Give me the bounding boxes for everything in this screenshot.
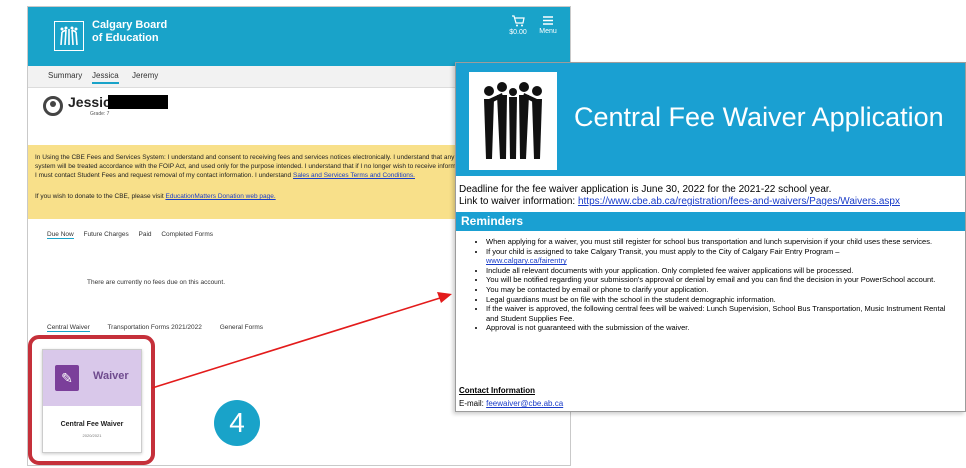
reminder-text: If your child is assigned to take Calgar… (486, 246, 840, 256)
menu-label: Menu (539, 28, 557, 35)
cbe-logo-icon[interactable] (54, 21, 84, 51)
card-year: 2020/2021 (82, 433, 102, 438)
waiver-document: Central Fee Waiver Application Deadline … (455, 62, 966, 412)
waiver-info-link[interactable]: https://www.cbe.ab.ca/registration/fees-… (578, 196, 900, 207)
reminder-item: Legal guardians must be on file with the… (486, 295, 958, 305)
central-fee-waiver-card[interactable]: ✎ Waiver Central Fee Waiver 2020/2021 (42, 349, 142, 453)
tab-central-waiver[interactable]: Central Waiver (47, 324, 90, 332)
no-fees-message: There are currently no fees due on this … (87, 279, 226, 286)
hamburger-icon (543, 16, 553, 25)
reminder-item: Approval is not guaranteed with the subm… (486, 323, 958, 333)
card-label: Waiver (93, 370, 129, 382)
form-edit-icon: ✎ (55, 365, 79, 391)
brand-name: Calgary Board of Education (92, 19, 167, 45)
contact-email-row: E-mail: feewaiver@cbe.ab.ca (459, 399, 563, 408)
fee-tabs: Due Now Future Charges Paid Completed Fo… (47, 231, 221, 239)
cart-icon (512, 15, 525, 27)
tab-general-forms[interactable]: General Forms (220, 324, 263, 331)
menu-button[interactable]: Menu (535, 15, 561, 35)
reminder-item: When applying for a waiver, you must sti… (486, 237, 958, 247)
fair-entry-link[interactable]: www.calgary.ca/fairentry (486, 256, 567, 265)
tab-summary[interactable]: Summary (48, 71, 82, 80)
cart-button[interactable]: $0.00 (506, 15, 530, 36)
donation-link[interactable]: EducationMatters Donation web page. (165, 193, 275, 200)
redaction-bar (108, 95, 168, 109)
form-tabs: Central Waiver Transportation Forms 2021… (47, 324, 279, 332)
deadline-info: Deadline for the fee waiver application … (459, 184, 900, 208)
reminder-item: You may be contacted by email or phone t… (486, 285, 958, 295)
tab-jessica[interactable]: Jessica (92, 71, 119, 84)
tab-future-charges[interactable]: Future Charges (84, 231, 129, 238)
reminders-heading: Reminders (456, 212, 965, 231)
donate-text: If you wish to donate to the CBE, please… (35, 193, 164, 200)
contact-email-link[interactable]: feewaiver@cbe.ab.ca (486, 399, 563, 408)
tab-paid[interactable]: Paid (139, 231, 152, 238)
reminders-list: When applying for a waiver, you must sti… (478, 237, 958, 333)
brand-line-2: of Education (92, 32, 159, 44)
reminder-item: You will be notified regarding your subm… (486, 275, 958, 285)
cbe-people-logo-icon (466, 69, 560, 173)
brand-line-1: Calgary Board (92, 19, 168, 31)
avatar-icon (43, 96, 63, 116)
highlight-frame: ✎ Waiver Central Fee Waiver 2020/2021 (28, 335, 155, 465)
deadline-text: Deadline for the fee waiver application … (459, 184, 832, 195)
email-label: E-mail: (459, 399, 487, 408)
document-header: Central Fee Waiver Application (456, 63, 965, 176)
step-number-badge: 4 (214, 400, 260, 446)
portal-header: Calgary Board of Education $0.00 Menu (28, 7, 570, 66)
reminder-item: Include all relevant documents with your… (486, 266, 958, 276)
reminder-item: If the waiver is approved, the following… (486, 304, 958, 323)
waiver-link-prefix: Link to waiver information: (459, 196, 578, 207)
student-grade: Grade: 7 (90, 111, 110, 117)
tab-completed-forms[interactable]: Completed Forms (161, 231, 213, 238)
tab-jeremy[interactable]: Jeremy (132, 71, 158, 80)
contact-heading: Contact Information (459, 386, 535, 395)
tab-due-now[interactable]: Due Now (47, 231, 74, 239)
reminder-item: If your child is assigned to take Calgar… (486, 247, 958, 266)
card-banner: ✎ Waiver (43, 350, 141, 406)
card-title: Central Fee Waiver (60, 421, 124, 428)
cart-amount: $0.00 (509, 29, 527, 36)
terms-link[interactable]: Sales and Services Terms and Conditions. (293, 172, 415, 179)
document-title: Central Fee Waiver Application (574, 102, 944, 132)
tab-transportation-forms[interactable]: Transportation Forms 2021/2022 (107, 324, 201, 331)
